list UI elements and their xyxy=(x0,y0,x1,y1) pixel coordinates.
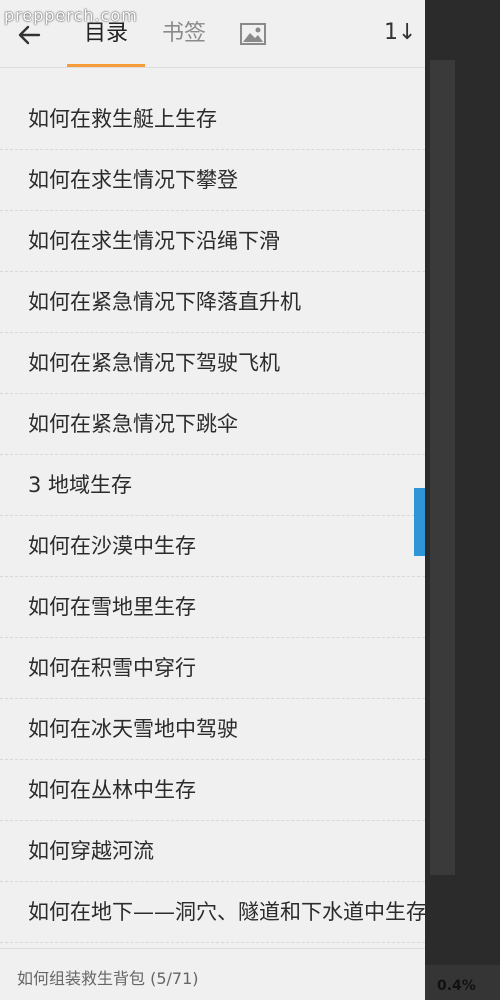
toc-item-label: 3 地域生存 xyxy=(28,473,133,497)
toc-item-label: 如何在积雪中穿行 xyxy=(28,656,196,680)
toc-item[interactable]: 如何在地下——洞穴、隧道和下水道中生存 xyxy=(0,882,425,943)
tab-bookmark[interactable]: 书签 xyxy=(162,18,206,50)
reader-page-edge xyxy=(430,60,455,875)
toc-item[interactable]: 如何在求生情况下沿绳下滑 xyxy=(0,211,425,272)
current-chapter: 如何组装救生背包 (5/71) xyxy=(17,969,199,988)
toc-item[interactable]: 如何在紧急情况下降落直升机 xyxy=(0,272,425,333)
toc-drawer: 目录 书签 1↓ 如何在救生艇上生存 如何在求生情况下攀登 如何在求生情况下沿绳下滑… xyxy=(0,0,425,1000)
toc-item-label: 如何在紧急情况下跳伞 xyxy=(28,412,238,436)
toc-item[interactable]: 3 地域生存 xyxy=(0,455,425,516)
toc-item[interactable]: 如何在积雪中穿行 xyxy=(0,638,425,699)
toc-item-label: 如何在求生情况下攀登 xyxy=(28,168,238,192)
toc-item-label: 如何在丛林中生存 xyxy=(28,778,196,802)
toc-item[interactable]: 如何在紧急情况下驾驶飞机 xyxy=(0,333,425,394)
toc-item[interactable]: 如何在冰天雪地中驾驶 xyxy=(0,699,425,760)
toc-item-label: 如何在紧急情况下驾驶飞机 xyxy=(28,351,280,375)
toc-item-label: 如何在雪地里生存 xyxy=(28,595,196,619)
toc-item[interactable]: 如何在求生情况下攀登 xyxy=(0,150,425,211)
toc-item[interactable]: 如何在沙漠中生存 xyxy=(0,516,425,577)
toc-item-label: 如何在冰天雪地中驾驶 xyxy=(28,717,238,741)
toc-item[interactable]: 如何在雪地里生存 xyxy=(0,577,425,638)
toc-item[interactable]: 如何在丛林中生存 xyxy=(0,760,425,821)
tab-active-indicator xyxy=(67,64,145,67)
image-icon xyxy=(240,23,266,45)
toc-item[interactable]: 如何在救生艇上生存 xyxy=(0,89,425,150)
toc-item-label: 如何穿越河流 xyxy=(28,839,154,863)
drawer-footer: 如何组装救生背包 (5/71) xyxy=(0,948,425,1000)
toc-item[interactable]: 如何穿越河流 xyxy=(0,821,425,882)
toc-item-label: 如何在救生艇上生存 xyxy=(28,107,217,131)
sort-button[interactable]: 1↓ xyxy=(384,20,416,50)
toc-item-label: 如何在求生情况下沿绳下滑 xyxy=(28,229,280,253)
scroll-thumb[interactable] xyxy=(414,488,425,556)
tab-images[interactable] xyxy=(240,22,266,46)
toc-list[interactable]: 如何在救生艇上生存 如何在求生情况下攀登如何在求生情况下沿绳下滑 如何在紧急情况下降… xyxy=(0,68,425,948)
toc-item-label: 如何在沙漠中生存 xyxy=(28,534,196,558)
toc-item-label: 如何在紧急情况下降落直升机 xyxy=(28,290,301,314)
toc-item-label: 如何在地下——洞穴、隧道和下水道中生存 xyxy=(28,900,425,924)
watermark: prepperch.com xyxy=(4,6,138,25)
toc-item[interactable]: 如何在紧急情况下跳伞 xyxy=(0,394,425,455)
reading-progress: 0.4% xyxy=(437,978,476,994)
